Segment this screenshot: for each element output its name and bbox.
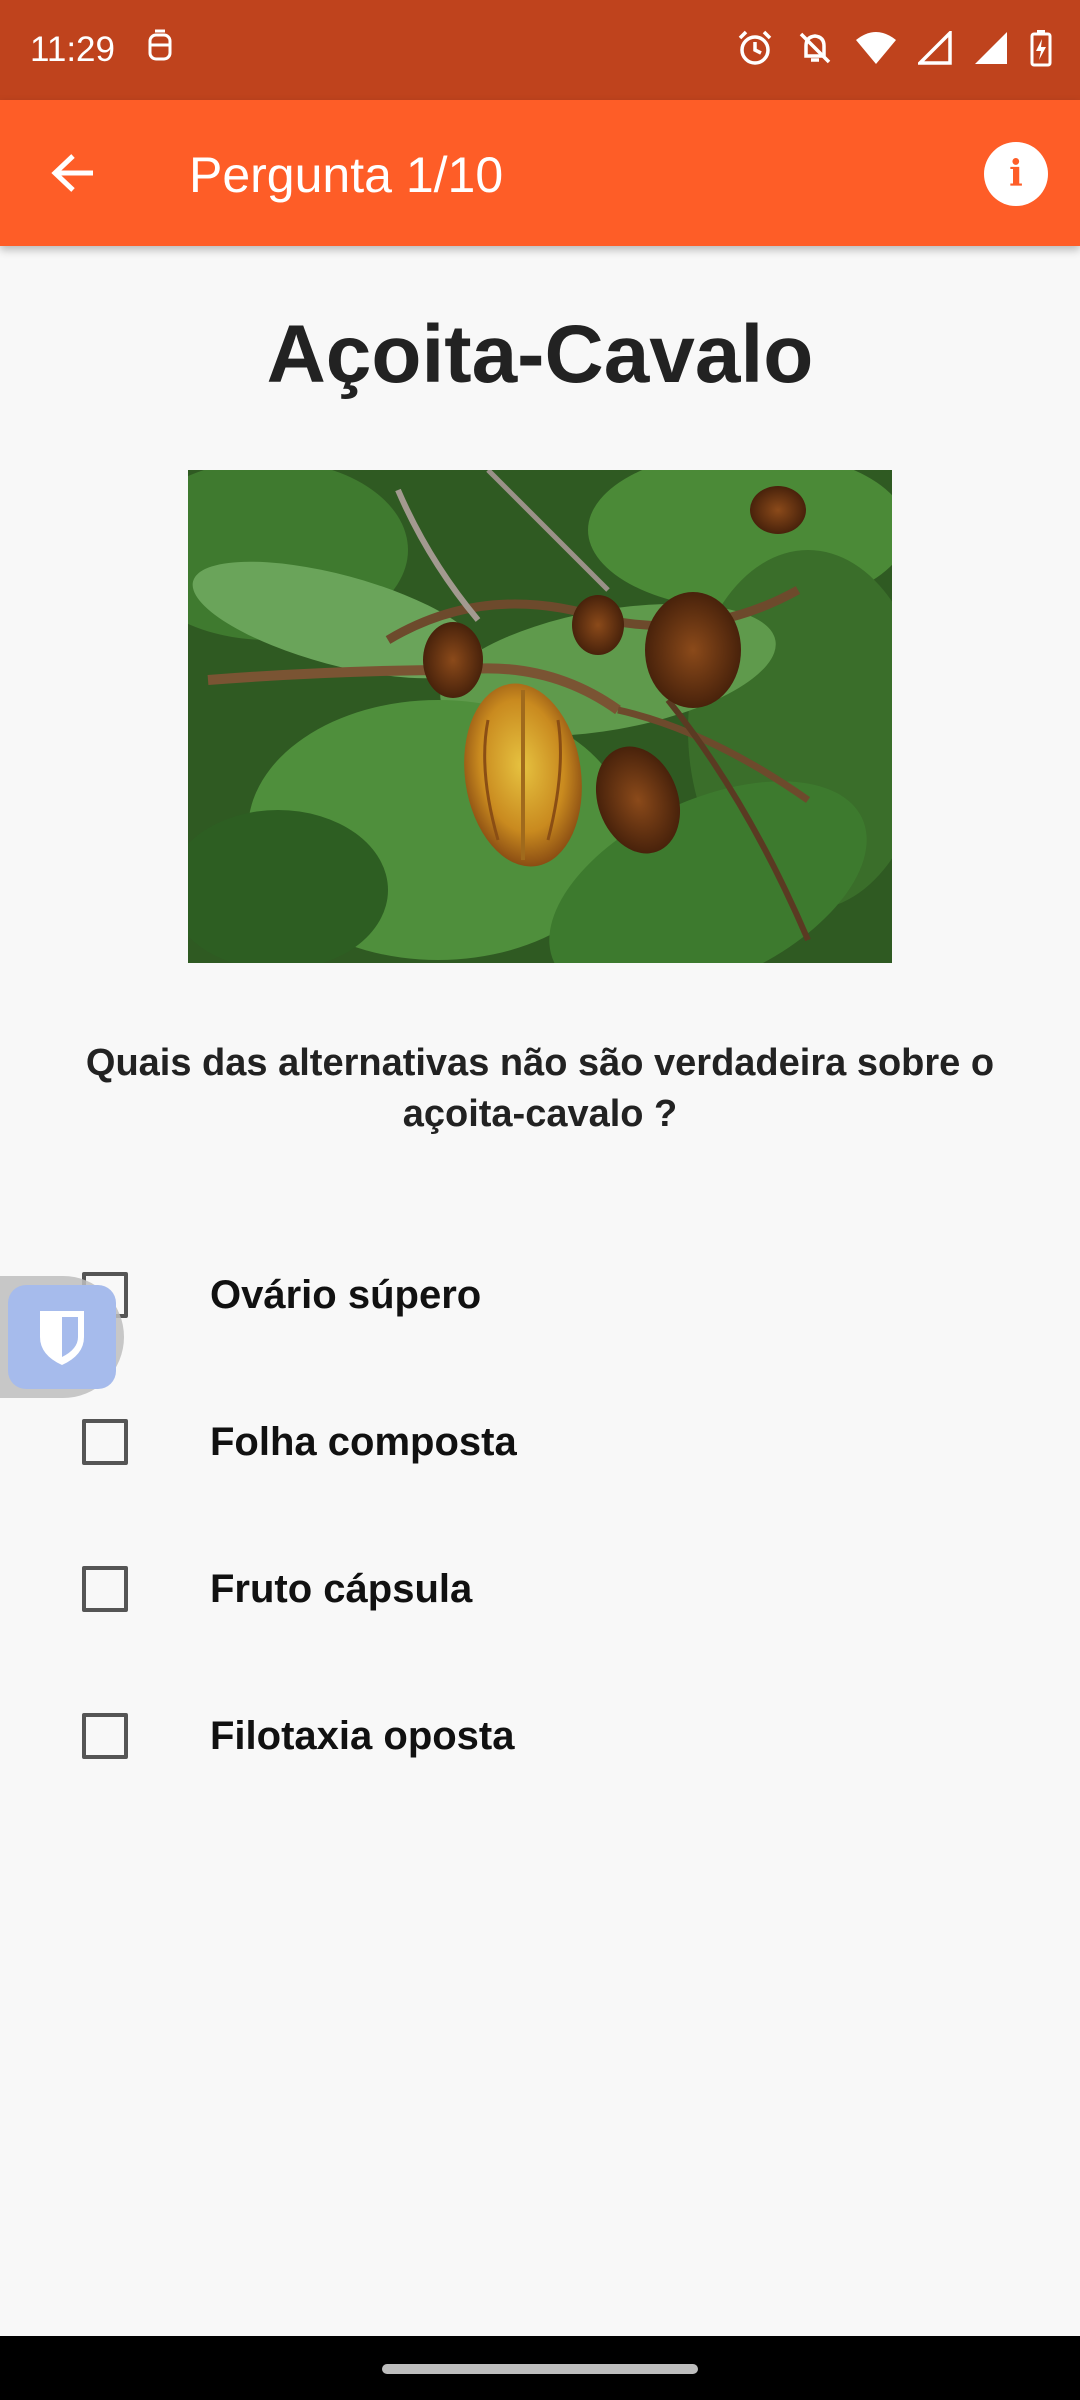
question-counter-title: Pergunta 1/10 [189,147,504,203]
battery-charging-icon [1030,29,1052,72]
option-item[interactable]: Folha composta [0,1377,1080,1507]
question-text: Quais das alternativas não são verdadeir… [85,1042,995,1135]
home-gesture-handle[interactable] [382,2364,698,2374]
option-checkbox[interactable] [82,1566,128,1612]
status-time: 11:29 [30,30,115,69]
shield-icon [40,1311,84,1365]
option-checkbox[interactable] [82,1713,128,1759]
option-item[interactable]: Ovário súpero [0,1230,1080,1360]
option-item[interactable]: Fruto cápsula [0,1524,1080,1654]
option-label: Fruto cápsula [210,1566,473,1611]
option-label: Filotaxia oposta [210,1713,515,1758]
bell-off-icon [796,29,834,72]
option-item[interactable]: Filotaxia oposta [0,1671,1080,1801]
status-bar: 11:29 [0,0,1080,100]
option-checkbox[interactable] [82,1419,128,1465]
wifi-icon [856,31,896,70]
option-label: Ovário súpero [210,1272,482,1317]
arrow-left-icon [51,154,93,192]
plant-image [188,470,892,963]
alarm-icon [736,29,774,72]
bitwarden-autofill-bubble[interactable] [0,1276,124,1398]
app-bar: Pergunta 1/10 [0,100,1080,246]
info-icon: i [1009,153,1023,195]
back-button[interactable] [40,140,106,206]
plant-name-title: Açoita-Cavalo [266,309,814,400]
notification-icon [145,29,175,72]
info-button[interactable]: i [984,142,1048,206]
signal-full-icon [974,31,1008,70]
option-label: Folha composta [210,1419,517,1464]
signal-icon [915,28,952,70]
